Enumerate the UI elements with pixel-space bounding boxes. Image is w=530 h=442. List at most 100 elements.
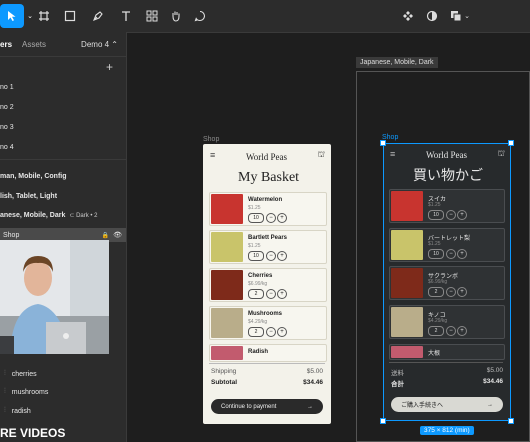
frame-layer-2[interactable]: lish, Tablet, Light (0, 187, 126, 205)
layer-cherries[interactable]: ⫶ cherries (0, 365, 126, 383)
layer-label: radish (11, 407, 31, 415)
page-selector[interactable]: Demo 4 ⌃ (81, 40, 118, 49)
product-price: $4.29/kg (428, 318, 448, 324)
quantity-field[interactable]: 10 (248, 251, 264, 261)
tab-layers[interactable]: ers (0, 40, 12, 49)
continue-to-payment-button[interactable]: Continue to payment → (211, 399, 323, 414)
frame-layer-1[interactable]: man, Mobile, Config (0, 167, 126, 185)
boolean-chevron-icon: ⌄ (464, 13, 470, 20)
proceed-to-checkout-button[interactable]: ご購入手続きへ → (391, 397, 503, 412)
hamburger-menu-icon[interactable]: ≡ (210, 150, 215, 160)
decrement-icon[interactable]: − (266, 213, 276, 223)
cart-item: スイカ $1.25 10 − + (389, 189, 505, 223)
summary-divider (209, 363, 325, 364)
pay-button-label: ご購入手続きへ (401, 403, 444, 409)
component-button[interactable] (398, 4, 418, 28)
resize-handle-top-left[interactable] (380, 140, 386, 146)
product-price: $1.25 (248, 205, 261, 211)
quantity-field[interactable]: 2 (428, 326, 444, 336)
cart-item: バートレット梨 $1.25 10 − + (389, 228, 505, 262)
increment-icon[interactable]: + (457, 210, 467, 220)
layer-mushrooms[interactable]: ⫶ mushrooms (0, 383, 126, 401)
decrement-icon[interactable]: − (266, 251, 276, 261)
increment-icon[interactable]: + (277, 327, 287, 337)
lock-icon[interactable]: 🔒 (102, 232, 109, 239)
product-price: $1.25 (428, 202, 441, 208)
move-tool-button[interactable] (0, 4, 24, 28)
move-tool-chevron-icon[interactable]: ⌄ (26, 4, 34, 28)
increment-icon[interactable]: + (277, 213, 287, 223)
increment-icon[interactable]: + (457, 326, 467, 336)
comment-icon (194, 10, 205, 22)
image-layer-icon: ⫶ (4, 407, 6, 414)
decrement-icon[interactable]: − (266, 289, 276, 299)
basket-icon[interactable]: ⛫ (318, 150, 325, 160)
shipping-label: 送料 (391, 370, 404, 377)
components-tool-button[interactable] (142, 4, 162, 28)
arrow-right-icon: → (307, 403, 313, 410)
hand-tool-button[interactable] (166, 4, 186, 28)
comment-tool-button[interactable] (190, 4, 210, 28)
hand-icon (172, 11, 180, 22)
page-item-3[interactable]: no 3 (0, 118, 126, 136)
boolean-button[interactable]: ⌄ (448, 4, 472, 28)
decrement-icon[interactable]: − (446, 210, 456, 220)
increment-icon[interactable]: + (277, 251, 287, 261)
cart-item: Radish (209, 344, 327, 362)
webcam-overlay (0, 240, 109, 354)
cart-item: Watermelon $1.25 10 − + (209, 192, 327, 226)
frame-layer-label: anese, Mobile, Dark (0, 211, 66, 219)
resize-handle-bottom-left[interactable] (380, 418, 386, 424)
contrast-button[interactable] (422, 4, 442, 28)
tab-assets[interactable]: Assets (22, 40, 46, 49)
page-item-2[interactable]: no 2 (0, 98, 126, 116)
page-item-label: no 4 (0, 143, 14, 151)
decrement-icon[interactable]: − (266, 327, 276, 337)
add-page-icon[interactable]: + (106, 60, 113, 74)
increment-icon[interactable]: + (457, 249, 467, 259)
quantity-field[interactable]: 2 (248, 327, 264, 337)
arrow-right-icon: → (487, 401, 493, 408)
outer-frame-label[interactable]: Japanese, Mobile, Dark (356, 57, 438, 68)
quantity-field[interactable]: 10 (248, 213, 264, 223)
product-thumbnail (391, 307, 423, 337)
increment-icon[interactable]: + (277, 289, 287, 299)
product-price: $6.99/kg (248, 281, 268, 287)
cart-item: 大根 (389, 344, 505, 360)
page-item-4[interactable]: no 4 (0, 138, 126, 156)
frame-layer-3[interactable]: anese, Mobile, Dark ⊂ Dark • 2 (0, 206, 126, 224)
eye-icon[interactable]: 👁 (113, 231, 122, 239)
image-layer-icon: ⫶ (4, 370, 6, 377)
decrement-icon[interactable]: − (446, 249, 456, 259)
pen-tool-button[interactable] (88, 4, 108, 28)
toolbar: ⌄ ⌄ (0, 0, 530, 33)
product-thumbnail (391, 268, 423, 298)
product-name: Mushrooms (248, 311, 283, 317)
rectangle-tool-button[interactable] (60, 4, 80, 28)
product-price: $4.29/kg (248, 319, 268, 325)
product-thumbnail (391, 230, 423, 260)
product-price: $1.25 (248, 243, 261, 249)
layer-radish[interactable]: ⫶ radish (0, 402, 126, 420)
hamburger-menu-icon[interactable]: ≡ (390, 149, 395, 159)
quantity-field[interactable]: 10 (428, 210, 444, 220)
resize-handle-bottom-right[interactable] (508, 418, 514, 424)
product-thumbnail (211, 232, 243, 262)
frame-tool-button[interactable] (34, 4, 54, 28)
decrement-icon[interactable]: − (446, 326, 456, 336)
resize-handle-top-right[interactable] (508, 140, 514, 146)
basket-icon[interactable]: ⛫ (498, 149, 505, 159)
quantity-field[interactable]: 2 (428, 287, 444, 297)
phone-frame-dark[interactable]: ≡ World Peas ⛫ 買い物かご スイカ $1.25 10 − + バー… (383, 143, 511, 421)
summary-divider (389, 362, 503, 363)
cart-item: Bartlett Pears $1.25 10 − + (209, 230, 327, 264)
page-item-1[interactable]: no 1 (0, 78, 126, 96)
quantity-field[interactable]: 2 (248, 289, 264, 299)
decrement-icon[interactable]: − (446, 287, 456, 297)
phone-frame-light[interactable]: ≡ World Peas ⛫ My Basket Watermelon $1.2… (203, 144, 331, 424)
light-frame-label[interactable]: Shop (203, 136, 219, 143)
boolean-square-icon (451, 11, 462, 22)
increment-icon[interactable]: + (457, 287, 467, 297)
text-tool-button[interactable] (116, 4, 136, 28)
quantity-field[interactable]: 10 (428, 249, 444, 259)
